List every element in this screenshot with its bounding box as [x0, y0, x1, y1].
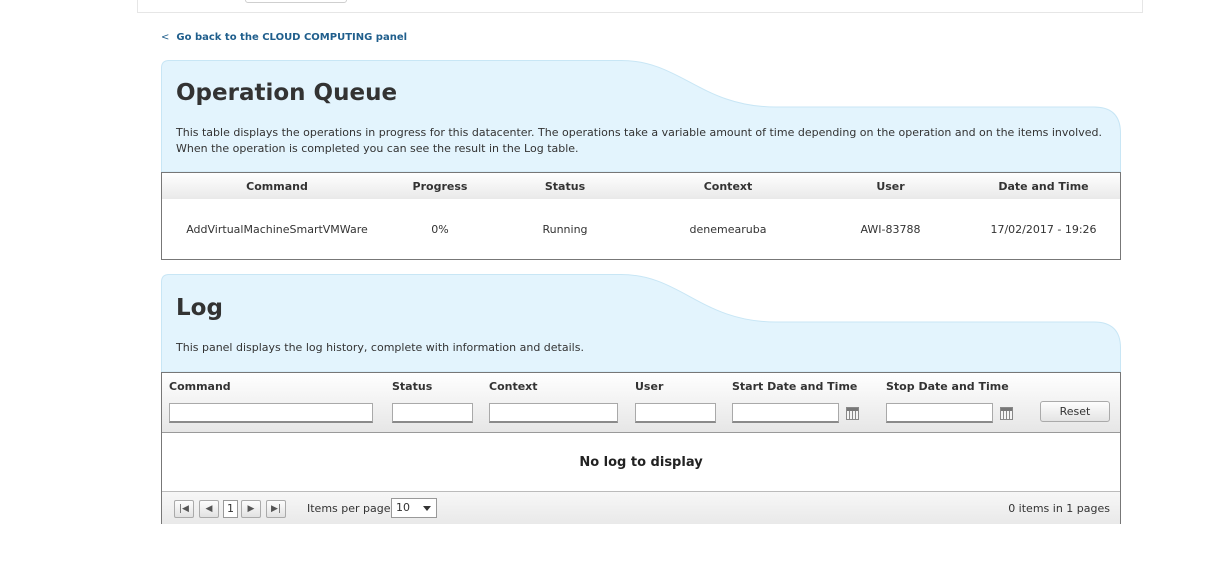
log-table: Command Status Context User Start Date a… [161, 372, 1121, 524]
filter-label-command: Command [169, 380, 231, 393]
status-filter-input[interactable] [392, 403, 473, 423]
log-pager: |◀ ◀ 1 ▶ ▶| Items per page 10 0 items in… [162, 491, 1120, 524]
cell-date-time: 17/02/2017 - 19:26 [990, 222, 1097, 236]
back-chevron-icon: < [161, 32, 170, 43]
dropdown-arrow-icon [423, 506, 431, 511]
cell-progress: 0% [431, 222, 449, 236]
operation-queue-panel: Operation Queue This table displays the … [161, 60, 1121, 260]
context-filter-input[interactable] [489, 403, 618, 423]
log-filter-bar: Command Status Context User Start Date a… [162, 373, 1120, 433]
cell-status: Running [542, 222, 588, 236]
operation-queue-description: This table displays the operations in pr… [176, 126, 1102, 155]
cell-command: AddVirtualMachineSmartVMWare [186, 222, 368, 236]
items-per-page-select[interactable]: 10 [391, 498, 437, 518]
operation-queue-title: Operation Queue [176, 80, 398, 106]
table-row[interactable]: AddVirtualMachineSmartVMWare 0% Running … [162, 199, 1120, 259]
back-link-label: Go back to the CLOUD COMPUTING panel [176, 32, 408, 43]
column-header-context[interactable]: Context [642, 180, 814, 193]
column-header-date-time[interactable]: Date and Time [967, 180, 1120, 193]
first-page-button[interactable]: |◀ [174, 500, 194, 518]
filter-label-stop-date: Stop Date and Time [886, 380, 1009, 393]
start-date-filter-input[interactable] [732, 403, 839, 423]
calendar-icon[interactable] [846, 407, 859, 420]
operation-queue-table: Command Progress Status Context User Dat… [161, 172, 1121, 260]
reset-button[interactable]: Reset [1040, 401, 1110, 422]
top-content-edge [137, 0, 1143, 13]
column-header-command[interactable]: Command [162, 180, 392, 193]
items-per-page-label: Items per page [307, 502, 391, 515]
log-description: This panel displays the log history, com… [176, 341, 584, 354]
command-filter-input[interactable] [169, 403, 373, 423]
filter-label-context: Context [489, 380, 538, 393]
items-per-page-value: 10 [396, 501, 410, 514]
log-header-bg [161, 274, 1121, 373]
next-page-button[interactable]: ▶ [241, 500, 261, 518]
filter-label-user: User [635, 380, 664, 393]
cell-context: denemearuba [689, 222, 767, 236]
user-filter-input[interactable] [635, 403, 716, 423]
stop-date-filter-input[interactable] [886, 403, 993, 423]
back-to-cloud-computing-link[interactable]: < Go back to the CLOUD COMPUTING panel [161, 32, 407, 43]
empty-log-message: No log to display [579, 454, 703, 470]
last-page-button[interactable]: ▶| [266, 500, 286, 518]
cell-user: AWI-83788 [860, 222, 921, 236]
column-header-status[interactable]: Status [488, 180, 642, 193]
prev-page-button[interactable]: ◀ [199, 500, 219, 518]
pager-info: 0 items in 1 pages [1008, 502, 1110, 515]
calendar-icon[interactable] [1000, 407, 1013, 420]
log-panel: Log This panel displays the log history,… [161, 274, 1121, 526]
last-page-icon: ▶| [271, 504, 281, 514]
current-page-number[interactable]: 1 [223, 500, 238, 518]
column-header-progress[interactable]: Progress [392, 180, 488, 193]
table-header: Command Progress Status Context User Dat… [162, 173, 1120, 199]
filter-label-start-date: Start Date and Time [732, 380, 858, 393]
filter-label-status: Status [392, 380, 433, 393]
next-page-icon: ▶ [247, 504, 255, 514]
column-header-user[interactable]: User [814, 180, 967, 193]
prev-page-icon: ◀ [205, 504, 213, 514]
log-title: Log [176, 295, 223, 321]
top-input-stub [245, 0, 347, 3]
first-page-icon: |◀ [179, 504, 189, 514]
